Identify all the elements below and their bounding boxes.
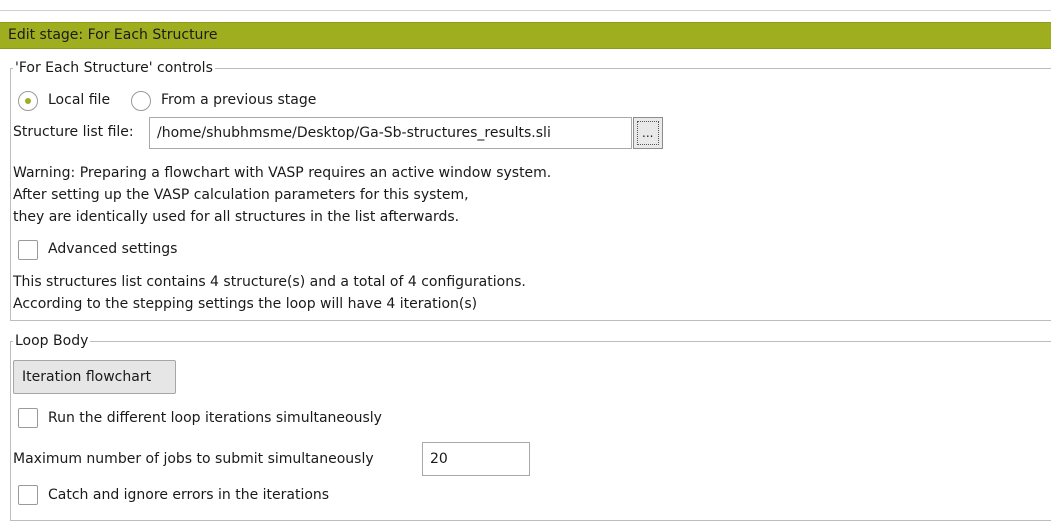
advanced-settings-label: Advanced settings <box>48 241 178 257</box>
loop-body-group: Loop Body Iteration flowchart Run the di… <box>10 332 1051 521</box>
browse-ellipsis: ... <box>642 126 654 140</box>
browse-file-button[interactable]: ... <box>633 117 663 149</box>
previous-stage-radio[interactable] <box>131 91 151 111</box>
for-each-structure-legend: 'For Each Structure' controls <box>13 59 215 77</box>
max-jobs-value: 20 <box>430 451 448 467</box>
iteration-flowchart-label: Iteration flowchart <box>22 369 152 385</box>
warning-line-3: they are identically used for all struct… <box>13 209 460 225</box>
max-jobs-label: Maximum number of jobs to submit simulta… <box>13 451 374 467</box>
run-simultaneously-label: Run the different loop iterations simult… <box>48 410 382 426</box>
run-simultaneously-checkbox[interactable] <box>18 408 38 428</box>
advanced-settings-checkbox[interactable] <box>18 240 38 260</box>
structure-list-file-input[interactable]: /home/shubhmsme/Desktop/Ga-Sb-structures… <box>149 117 632 149</box>
local-file-radio[interactable] <box>18 91 38 111</box>
stage-title: Edit stage: For Each Structure <box>8 27 218 43</box>
structure-list-file-label: Structure list file: <box>13 124 134 140</box>
warning-line-1: Warning: Preparing a flowchart with VASP… <box>13 165 552 181</box>
for-each-structure-controls-group: 'For Each Structure' controls Local file… <box>10 59 1051 321</box>
max-jobs-input[interactable]: 20 <box>422 442 530 476</box>
iteration-flowchart-button[interactable]: Iteration flowchart <box>13 360 176 394</box>
structure-list-file-value: /home/shubhmsme/Desktop/Ga-Sb-structures… <box>157 125 551 141</box>
summary-line-1: This structures list contains 4 structur… <box>13 274 526 290</box>
catch-errors-checkbox[interactable] <box>18 485 38 505</box>
top-divider <box>0 10 1051 11</box>
previous-stage-label: From a previous stage <box>161 92 317 108</box>
stage-title-bar: Edit stage: For Each Structure <box>0 22 1051 49</box>
warning-line-2: After setting up the VASP calculation pa… <box>13 187 469 203</box>
summary-line-2: According to the stepping settings the l… <box>13 296 478 312</box>
loop-body-legend: Loop Body <box>13 332 91 350</box>
radio-selected-dot <box>25 98 31 104</box>
local-file-label: Local file <box>48 92 111 108</box>
catch-errors-label: Catch and ignore errors in the iteration… <box>48 487 330 503</box>
